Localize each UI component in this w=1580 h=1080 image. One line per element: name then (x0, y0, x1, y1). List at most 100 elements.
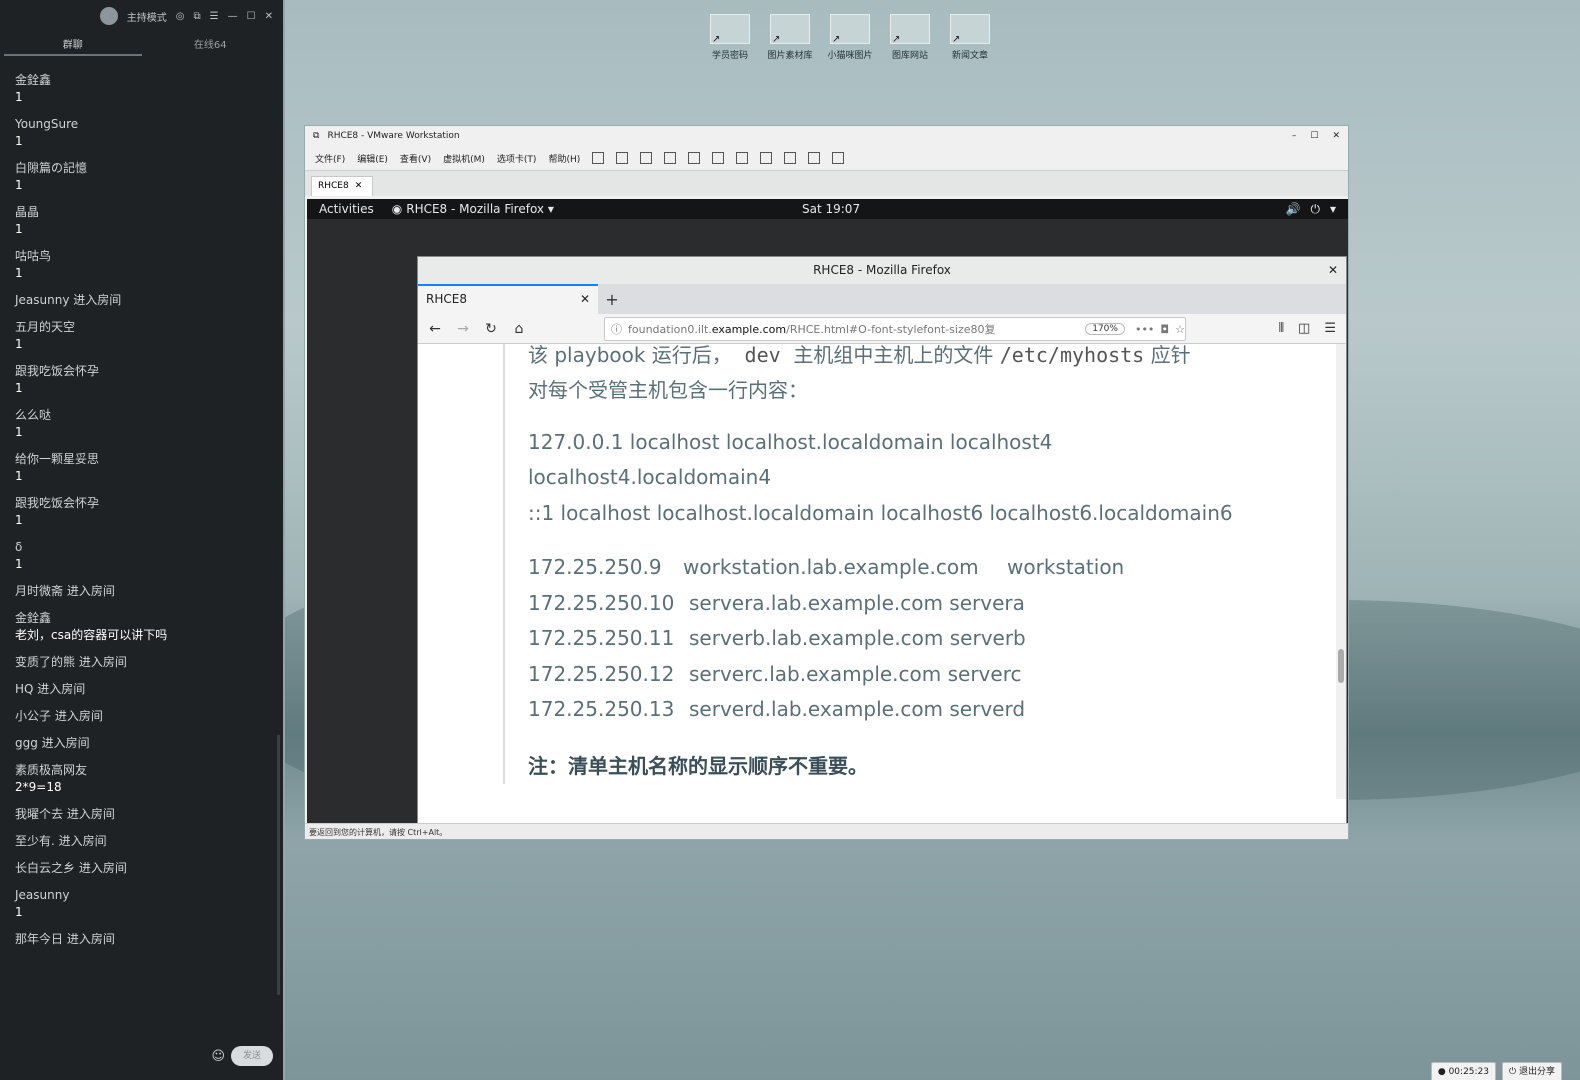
hamburger-menu-icon[interactable]: ☰ (1324, 321, 1336, 336)
clock[interactable]: Sat 19:07 (802, 202, 860, 216)
manage-snapshots-icon[interactable] (688, 152, 701, 164)
back-icon[interactable]: ← (426, 321, 444, 337)
close-icon[interactable]: ✕ (1328, 257, 1338, 284)
power-icon[interactable]: ⏻ (1310, 202, 1320, 217)
menu-icon[interactable]: ☰ (210, 11, 219, 22)
sender-name[interactable]: 跟我吃饭会怀孕 (15, 363, 268, 380)
library-icon[interactable] (712, 152, 725, 164)
sender-name[interactable]: 么么哒 (15, 407, 268, 424)
sender-name[interactable]: 至少有. 进入房间 (15, 833, 268, 850)
pause-icon[interactable] (592, 152, 605, 164)
sender-name[interactable]: 给你一颗星妥思 (15, 451, 268, 468)
scrollbar[interactable] (1336, 344, 1346, 799)
fullscreen-icon[interactable] (760, 152, 773, 164)
tab-online[interactable]: 在线64 (142, 32, 280, 56)
maximize-icon[interactable]: ☐ (1310, 131, 1318, 141)
url-bar[interactable]: ⓘ foundation0.ilt.example.com/RHCE.html#… (604, 317, 1186, 341)
sender-name[interactable]: 白隙篇の記憶 (15, 160, 268, 177)
vm-tab-rhce8[interactable]: RHCE8 ✕ (311, 176, 373, 196)
normal-view-icon[interactable] (736, 152, 749, 164)
console-icon[interactable] (808, 152, 821, 164)
tab-group-chat[interactable]: 群聊 (4, 32, 142, 56)
sender-name[interactable]: 小公子 进入房间 (15, 708, 268, 725)
settings-icon[interactable]: ◎ (176, 11, 185, 22)
info-icon[interactable]: ⓘ (611, 321, 622, 337)
minimize-icon[interactable]: – (1292, 131, 1297, 141)
volume-icon[interactable]: 🔊 (1286, 202, 1301, 217)
list-item: 长白云之乡 进入房间 (15, 860, 268, 877)
sender-name[interactable]: HQ 进入房间 (15, 681, 268, 698)
new-tab-button[interactable]: + (598, 286, 626, 314)
sidebar-icon[interactable]: ◫ (1298, 321, 1310, 336)
snapshot-icon[interactable] (640, 152, 653, 164)
app-menu[interactable]: RHCE8 - Mozilla Firefox ▾ (406, 202, 554, 216)
sender-name[interactable]: 金銓鑫 (15, 72, 268, 89)
sender-name[interactable]: δ (15, 539, 268, 556)
sender-name[interactable]: 素质极高网友 (15, 762, 268, 779)
exit-share-button[interactable]: ⏻ 退出分享 (1502, 1062, 1562, 1080)
sender-name[interactable]: Jeasunny (15, 887, 268, 904)
menu-tabs[interactable]: 选项卡(T) (497, 152, 537, 165)
desktop-shortcut[interactable]: 小猫咪图片 (825, 14, 875, 61)
sender-name[interactable]: 五月的天空 (15, 319, 268, 336)
sender-name[interactable]: YoungSure (15, 116, 268, 133)
more-icon[interactable]: ••• (1135, 323, 1154, 336)
desktop-shortcut[interactable]: 图库网站 (885, 14, 935, 61)
guest-screen[interactable]: Activities ◉ RHCE8 - Mozilla Firefox ▾ S… (307, 199, 1348, 825)
reload-icon[interactable]: ↻ (482, 321, 500, 337)
page-content[interactable]: 该 playbook 运行后， dev 主机组中主机上的文件 /etc/myho… (418, 344, 1346, 799)
close-tab-icon[interactable]: ✕ (355, 181, 363, 192)
menu-vm[interactable]: 虚拟机(M) (443, 152, 485, 165)
shortcut-icon (830, 14, 870, 45)
desktop-shortcut[interactable]: 图片素材库 (765, 14, 815, 61)
sender-name[interactable]: Jeasunny 进入房间 (15, 292, 268, 309)
message-text: 1 (15, 557, 23, 571)
close-icon[interactable]: ✕ (265, 11, 273, 22)
list-item: 素质极高网友 2*9=18 (15, 762, 268, 796)
menu-file[interactable]: 文件(F) (315, 152, 345, 165)
send-keys-icon[interactable] (616, 152, 629, 164)
menu-view[interactable]: 查看(V) (400, 152, 431, 165)
close-tab-icon[interactable]: ✕ (580, 292, 590, 308)
share-icon[interactable]: ⧉ (194, 11, 201, 22)
vmware-menubar: 文件(F) 编辑(E) 查看(V) 虚拟机(M) 选项卡(T) 帮助(H) (305, 146, 1348, 170)
activities-button[interactable]: Activities (319, 202, 374, 216)
sender-name[interactable]: 那年今日 进入房间 (15, 931, 268, 948)
library-icon[interactable]: ⫴ (1279, 321, 1284, 336)
bookmark-star-icon[interactable]: ☆ (1175, 323, 1185, 336)
sender-name[interactable]: 长白云之乡 进入房间 (15, 860, 268, 877)
menu-edit[interactable]: 编辑(E) (357, 152, 388, 165)
message-list: 金銓鑫 1 YoungSure 1 白隙篇の記憶 1 晶晶 1 咕咕鸟 1 Jeasunny 进入房… (0, 56, 283, 948)
scrollbar[interactable] (277, 735, 280, 995)
sender-name[interactable]: 晶晶 (15, 204, 268, 221)
sender-name[interactable]: 月时微斋 进入房间 (15, 583, 268, 600)
sender-name[interactable]: 变质了的熊 进入房间 (15, 654, 268, 671)
menu-help[interactable]: 帮助(H) (548, 152, 580, 165)
minimize-icon[interactable]: — (228, 11, 238, 22)
chevron-down-icon[interactable]: ▾ (1330, 202, 1336, 217)
sender-name[interactable]: ggg 进入房间 (15, 735, 268, 752)
browser-tab[interactable]: RHCE8 ✕ (418, 284, 598, 314)
avatar[interactable] (99, 7, 118, 25)
forward-icon[interactable]: → (454, 321, 472, 337)
zoom-level[interactable]: 170% (1085, 323, 1125, 335)
home-icon[interactable]: ⌂ (510, 321, 528, 337)
desktop-shortcut[interactable]: 学员密码 (705, 14, 755, 61)
sender-name[interactable]: 金銓鑫 (15, 610, 268, 627)
message-text: 1 (15, 469, 23, 483)
emoji-icon[interactable]: ☺ (211, 1049, 225, 1064)
desktop-icons: 学员密码 图片素材库 小猫咪图片 图库网站 新闻文章 (705, 14, 995, 61)
send-button[interactable]: 发送 (231, 1046, 273, 1066)
stretch-icon[interactable] (832, 152, 845, 164)
desktop-shortcut[interactable]: 新闻文章 (945, 14, 995, 61)
pocket-icon[interactable]: ◘ (1160, 323, 1169, 336)
unity-icon[interactable] (784, 152, 797, 164)
close-icon[interactable]: ✕ (1332, 131, 1340, 141)
host-ip: 172.25.250.12 (528, 662, 675, 686)
maximize-icon[interactable]: ☐ (247, 11, 256, 22)
sender-name[interactable]: 我曜个去 进入房间 (15, 806, 268, 823)
scroll-thumb[interactable] (1338, 649, 1344, 683)
sender-name[interactable]: 咕咕鸟 (15, 248, 268, 265)
restore-snapshot-icon[interactable] (664, 152, 677, 164)
sender-name[interactable]: 跟我吃饭会怀孕 (15, 495, 268, 512)
